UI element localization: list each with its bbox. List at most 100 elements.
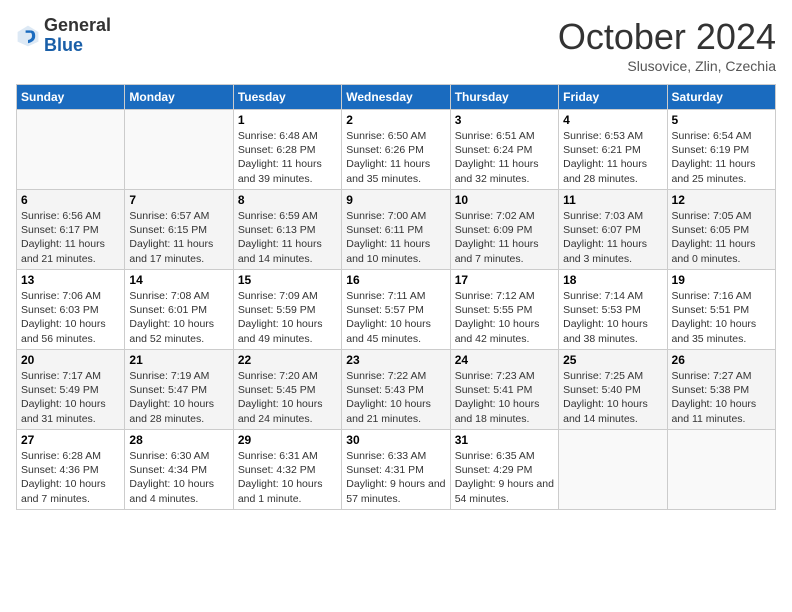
day-number: 4	[563, 113, 662, 127]
day-number: 6	[21, 193, 120, 207]
calendar-cell: 10 Sunrise: 7:02 AM Sunset: 6:09 PM Dayli…	[450, 190, 558, 270]
day-info: Sunrise: 6:56 AM Sunset: 6:17 PM Dayligh…	[21, 209, 120, 266]
calendar-cell: 25Sunrise: 7:25 AM Sunset: 5:40 PM Dayli…	[559, 350, 667, 430]
calendar-cell: 23Sunrise: 7:22 AM Sunset: 5:43 PM Dayli…	[342, 350, 450, 430]
calendar-cell: 31 Sunrise: 6:35 AM Sunset: 4:29 PM Dayli…	[450, 430, 558, 510]
day-number: 18	[563, 273, 662, 287]
calendar-cell: 3Sunrise: 6:51 AM Sunset: 6:24 PM Daylig…	[450, 110, 558, 190]
logo-blue: Blue	[44, 35, 83, 55]
calendar-cell: 2 Sunrise: 6:50 AM Sunset: 6:26 PM Daylig…	[342, 110, 450, 190]
day-number: 3	[455, 113, 554, 127]
day-header-friday: Friday	[559, 85, 667, 110]
calendar-cell: 4 Sunrise: 6:53 AM Sunset: 6:21 PM Daylig…	[559, 110, 667, 190]
day-number: 20	[21, 353, 120, 367]
day-number: 29	[238, 433, 337, 447]
day-info: Sunrise: 7:27 AM Sunset: 5:38 PM Dayligh…	[672, 369, 771, 426]
calendar-cell: 6 Sunrise: 6:56 AM Sunset: 6:17 PM Daylig…	[17, 190, 125, 270]
day-info: Sunrise: 6:33 AM Sunset: 4:31 PM Dayligh…	[346, 449, 445, 506]
day-number: 30	[346, 433, 445, 447]
day-number: 2	[346, 113, 445, 127]
day-info: Sunrise: 7:08 AM Sunset: 6:01 PM Dayligh…	[129, 289, 228, 346]
day-info: Sunrise: 7:16 AM Sunset: 5:51 PM Dayligh…	[672, 289, 771, 346]
day-number: 12	[672, 193, 771, 207]
day-info: Sunrise: 6:28 AM Sunset: 4:36 PM Dayligh…	[21, 449, 120, 506]
month-title: October 2024	[558, 16, 776, 58]
day-header-sunday: Sunday	[17, 85, 125, 110]
logo-icon	[16, 24, 40, 48]
logo-general: General	[44, 15, 111, 35]
day-number: 25	[563, 353, 662, 367]
calendar-cell: 26 Sunrise: 7:27 AM Sunset: 5:38 PM Dayli…	[667, 350, 775, 430]
day-info: Sunrise: 6:57 AM Sunset: 6:15 PM Dayligh…	[129, 209, 228, 266]
day-number: 11	[563, 193, 662, 207]
calendar-cell: 21 Sunrise: 7:19 AM Sunset: 5:47 PM Dayli…	[125, 350, 233, 430]
week-row-4: 20 Sunrise: 7:17 AM Sunset: 5:49 PM Dayli…	[17, 350, 776, 430]
calendar-cell: 28 Sunrise: 6:30 AM Sunset: 4:34 PM Dayli…	[125, 430, 233, 510]
title-area: October 2024 Slusovice, Zlin, Czechia	[558, 16, 776, 74]
day-info: Sunrise: 7:20 AM Sunset: 5:45 PM Dayligh…	[238, 369, 337, 426]
day-header-thursday: Thursday	[450, 85, 558, 110]
day-info: Sunrise: 7:05 AM Sunset: 6:05 PM Dayligh…	[672, 209, 771, 266]
calendar-cell: 19 Sunrise: 7:16 AM Sunset: 5:51 PM Dayli…	[667, 270, 775, 350]
day-info: Sunrise: 6:59 AM Sunset: 6:13 PM Dayligh…	[238, 209, 337, 266]
calendar-cell: 18 Sunrise: 7:14 AM Sunset: 5:53 PM Dayli…	[559, 270, 667, 350]
day-number: 17	[455, 273, 554, 287]
day-number: 28	[129, 433, 228, 447]
day-number: 27	[21, 433, 120, 447]
day-number: 26	[672, 353, 771, 367]
location-subtitle: Slusovice, Zlin, Czechia	[558, 58, 776, 74]
day-info: Sunrise: 7:03 AM Sunset: 6:07 PM Dayligh…	[563, 209, 662, 266]
calendar-cell: 7 Sunrise: 6:57 AM Sunset: 6:15 PM Daylig…	[125, 190, 233, 270]
calendar-cell: 15 Sunrise: 7:09 AM Sunset: 5:59 PM Dayli…	[233, 270, 341, 350]
calendar-cell	[667, 430, 775, 510]
week-row-2: 6 Sunrise: 6:56 AM Sunset: 6:17 PM Daylig…	[17, 190, 776, 270]
calendar-cell: 9 Sunrise: 7:00 AM Sunset: 6:11 PM Daylig…	[342, 190, 450, 270]
calendar-cell: 11 Sunrise: 7:03 AM Sunset: 6:07 PM Dayli…	[559, 190, 667, 270]
day-number: 31	[455, 433, 554, 447]
calendar-cell: 22 Sunrise: 7:20 AM Sunset: 5:45 PM Dayli…	[233, 350, 341, 430]
day-info: Sunrise: 7:14 AM Sunset: 5:53 PM Dayligh…	[563, 289, 662, 346]
day-number: 13	[21, 273, 120, 287]
day-info: Sunrise: 7:17 AM Sunset: 5:49 PM Dayligh…	[21, 369, 120, 426]
calendar-cell: 16 Sunrise: 7:11 AM Sunset: 5:57 PM Dayli…	[342, 270, 450, 350]
day-number: 7	[129, 193, 228, 207]
day-info: Sunrise: 6:53 AM Sunset: 6:21 PM Dayligh…	[563, 129, 662, 186]
day-info: Sunrise: 7:02 AM Sunset: 6:09 PM Dayligh…	[455, 209, 554, 266]
day-number: 10	[455, 193, 554, 207]
day-number: 19	[672, 273, 771, 287]
calendar-cell: 14 Sunrise: 7:08 AM Sunset: 6:01 PM Dayli…	[125, 270, 233, 350]
day-header-saturday: Saturday	[667, 85, 775, 110]
day-info: Sunrise: 6:31 AM Sunset: 4:32 PM Dayligh…	[238, 449, 337, 506]
day-info: Sunrise: 6:48 AM Sunset: 6:28 PM Dayligh…	[238, 129, 337, 186]
calendar-cell	[125, 110, 233, 190]
day-number: 16	[346, 273, 445, 287]
day-info: Sunrise: 7:12 AM Sunset: 5:55 PM Dayligh…	[455, 289, 554, 346]
day-number: 22	[238, 353, 337, 367]
day-info: Sunrise: 7:23 AM Sunset: 5:41 PM Dayligh…	[455, 369, 554, 426]
logo-text: General Blue	[44, 16, 111, 56]
day-number: 1	[238, 113, 337, 127]
day-number: 9	[346, 193, 445, 207]
day-info: Sunrise: 6:54 AM Sunset: 6:19 PM Dayligh…	[672, 129, 771, 186]
calendar-cell	[559, 430, 667, 510]
calendar-cell: 20 Sunrise: 7:17 AM Sunset: 5:49 PM Dayli…	[17, 350, 125, 430]
calendar-cell: 1 Sunrise: 6:48 AM Sunset: 6:28 PM Daylig…	[233, 110, 341, 190]
day-info: Sunrise: 7:11 AM Sunset: 5:57 PM Dayligh…	[346, 289, 445, 346]
day-number: 15	[238, 273, 337, 287]
week-row-3: 13 Sunrise: 7:06 AM Sunset: 6:03 PM Dayli…	[17, 270, 776, 350]
week-row-1: 1 Sunrise: 6:48 AM Sunset: 6:28 PM Daylig…	[17, 110, 776, 190]
day-info: Sunrise: 6:35 AM Sunset: 4:29 PM Dayligh…	[455, 449, 554, 506]
day-info: Sunrise: 7:19 AM Sunset: 5:47 PM Dayligh…	[129, 369, 228, 426]
days-header-row: SundayMondayTuesdayWednesdayThursdayFrid…	[17, 85, 776, 110]
header: General Blue October 2024 Slusovice, Zli…	[16, 16, 776, 74]
day-number: 21	[129, 353, 228, 367]
day-info: Sunrise: 7:00 AM Sunset: 6:11 PM Dayligh…	[346, 209, 445, 266]
day-info: Sunrise: 7:06 AM Sunset: 6:03 PM Dayligh…	[21, 289, 120, 346]
calendar-table: SundayMondayTuesdayWednesdayThursdayFrid…	[16, 84, 776, 510]
day-number: 14	[129, 273, 228, 287]
calendar-cell: 17 Sunrise: 7:12 AM Sunset: 5:55 PM Dayli…	[450, 270, 558, 350]
day-info: Sunrise: 7:09 AM Sunset: 5:59 PM Dayligh…	[238, 289, 337, 346]
day-info: Sunrise: 6:30 AM Sunset: 4:34 PM Dayligh…	[129, 449, 228, 506]
day-info: Sunrise: 6:50 AM Sunset: 6:26 PM Dayligh…	[346, 129, 445, 186]
calendar-cell: 27 Sunrise: 6:28 AM Sunset: 4:36 PM Dayli…	[17, 430, 125, 510]
